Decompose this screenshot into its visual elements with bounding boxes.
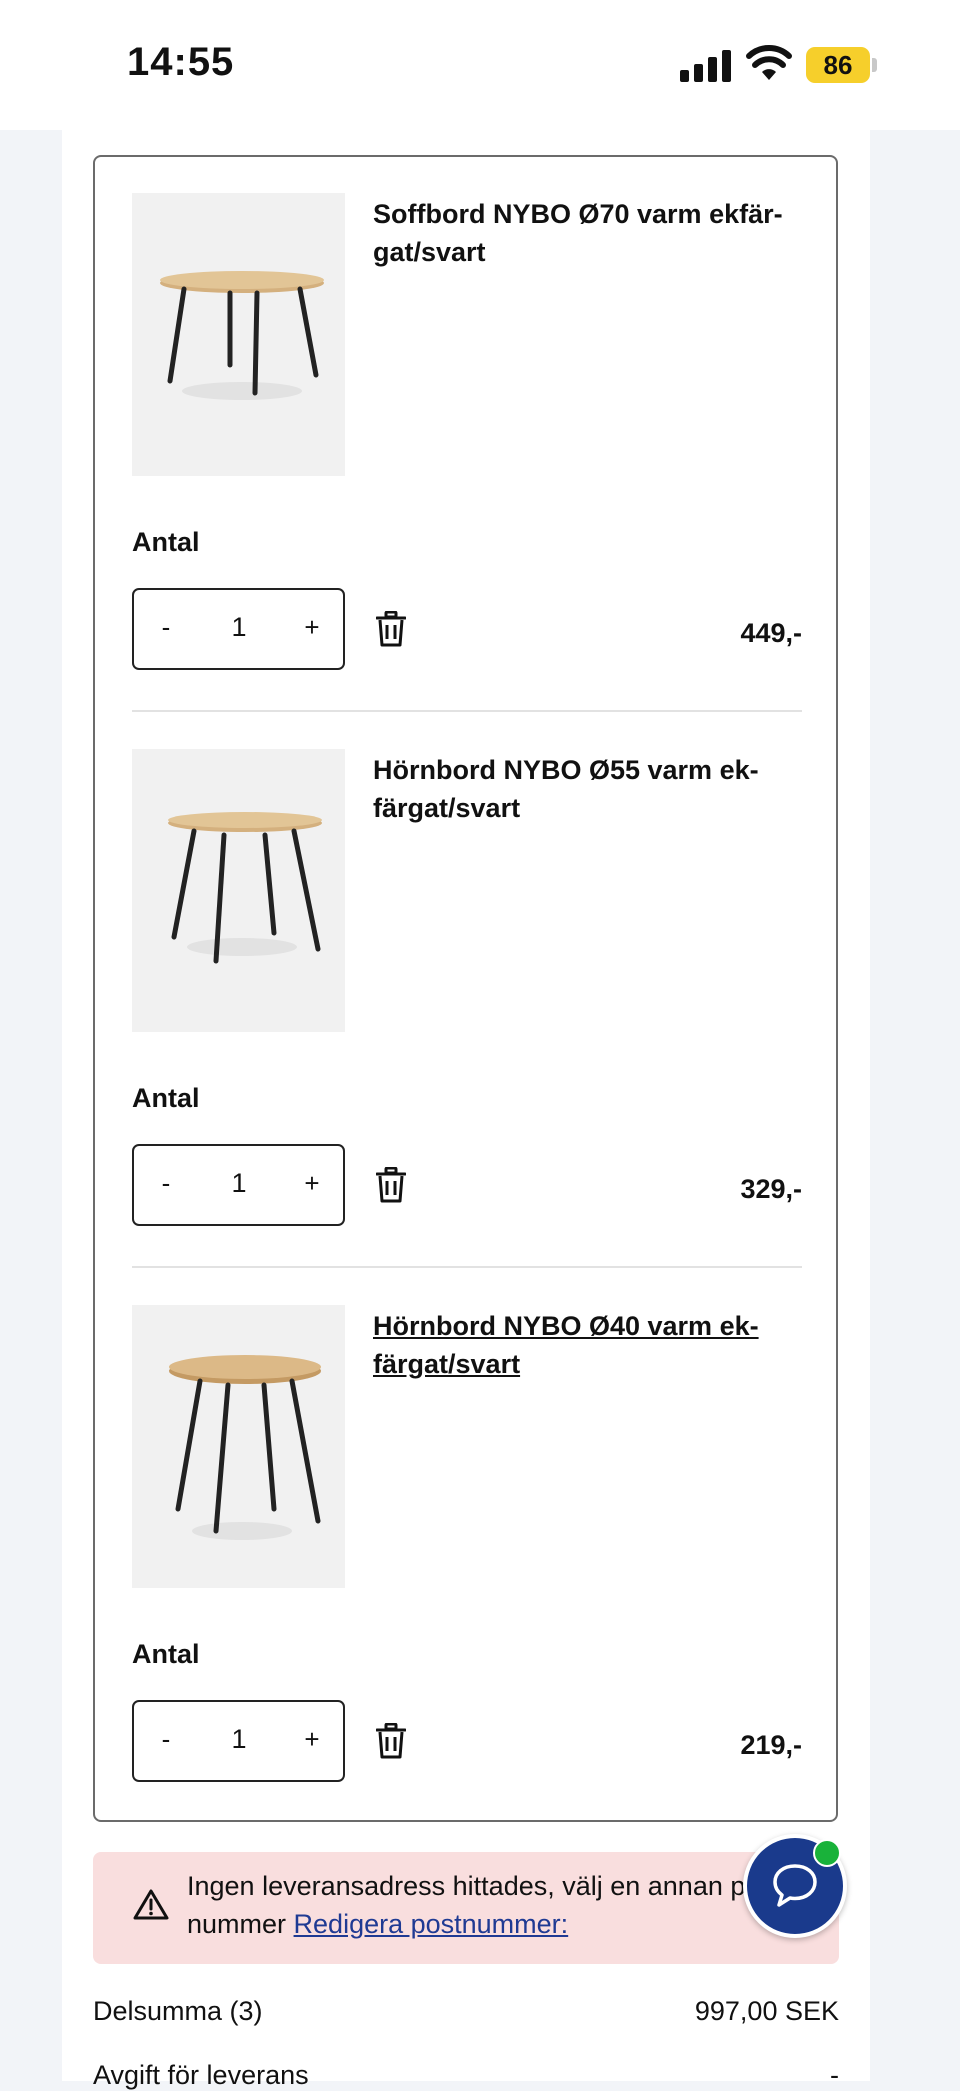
warning-icon <box>133 1889 169 1920</box>
chat-bubble-icon <box>773 1864 817 1907</box>
delivery-fee-value: - <box>830 2060 839 2090</box>
quantity-stepper: - 1 + <box>132 1144 345 1226</box>
wifi-icon <box>746 45 792 80</box>
delivery-fee-label: Avgift för leverans <box>93 2060 309 2090</box>
item-divider <box>132 1266 802 1268</box>
quantity-stepper: - 1 + <box>132 588 345 670</box>
decrement-button[interactable]: - <box>156 1168 176 1199</box>
cart-item: Soffbord NYBO Ø70 varm ekfär- gat/svart … <box>132 193 802 673</box>
trash-icon[interactable] <box>376 611 406 647</box>
edit-postcode-link[interactable]: Redigera postnummer: <box>294 1909 569 1939</box>
product-image[interactable] <box>132 193 345 476</box>
product-title[interactable]: Hörnbord NYBO Ø55 varm ek- färgat/svart <box>373 751 802 827</box>
quantity-value[interactable]: 1 <box>224 612 254 643</box>
battery-icon: 86 <box>806 47 877 83</box>
product-image[interactable] <box>132 749 345 1032</box>
item-price: 329,- <box>740 1174 802 1204</box>
increment-button[interactable]: + <box>302 612 322 643</box>
decrement-button[interactable]: - <box>156 612 176 643</box>
cart-item: Hörnbord NYBO Ø40 varm ek- färgat/svart … <box>132 1305 802 1785</box>
quantity-label: Antal <box>132 527 200 557</box>
item-price: 219,- <box>740 1730 802 1760</box>
battery-level: 86 <box>806 47 870 83</box>
item-price: 449,- <box>740 618 802 648</box>
delivery-fee-row: Avgift för leverans - <box>93 2060 839 2091</box>
quantity-value[interactable]: 1 <box>224 1724 254 1755</box>
quantity-value[interactable]: 1 <box>224 1168 254 1199</box>
cart-item: Hörnbord NYBO Ø55 varm ek- färgat/svart … <box>132 749 802 1229</box>
decrement-button[interactable]: - <box>156 1724 176 1755</box>
trash-icon[interactable] <box>376 1167 406 1203</box>
status-bar: 14:55 86 <box>0 0 960 130</box>
trash-icon[interactable] <box>376 1723 406 1759</box>
increment-button[interactable]: + <box>302 1168 322 1199</box>
product-title-link[interactable]: Hörnbord NYBO Ø40 varm ek- färgat/svart <box>373 1307 802 1383</box>
product-title[interactable]: Soffbord NYBO Ø70 varm ekfär- gat/svart <box>373 195 802 271</box>
quantity-label: Antal <box>132 1639 200 1669</box>
quantity-stepper: - 1 + <box>132 1700 345 1782</box>
quantity-label: Antal <box>132 1083 200 1113</box>
item-divider <box>132 710 802 712</box>
increment-button[interactable]: + <box>302 1724 322 1755</box>
delivery-address-alert: Ingen leveransadress hittades, välj en a… <box>93 1852 839 1964</box>
status-time: 14:55 <box>127 40 235 84</box>
alert-message: Ingen leveransadress hittades, välj en a… <box>187 1871 746 1939</box>
subtotal-row: Delsumma (3) 997,00 SEK <box>93 1996 839 2027</box>
online-status-dot <box>813 1839 841 1867</box>
subtotal-label: Delsumma (3) <box>93 1996 263 2026</box>
cellular-signal-icon <box>680 50 732 82</box>
subtotal-value: 997,00 SEK <box>694 1996 839 2026</box>
product-image[interactable] <box>132 1305 345 1588</box>
